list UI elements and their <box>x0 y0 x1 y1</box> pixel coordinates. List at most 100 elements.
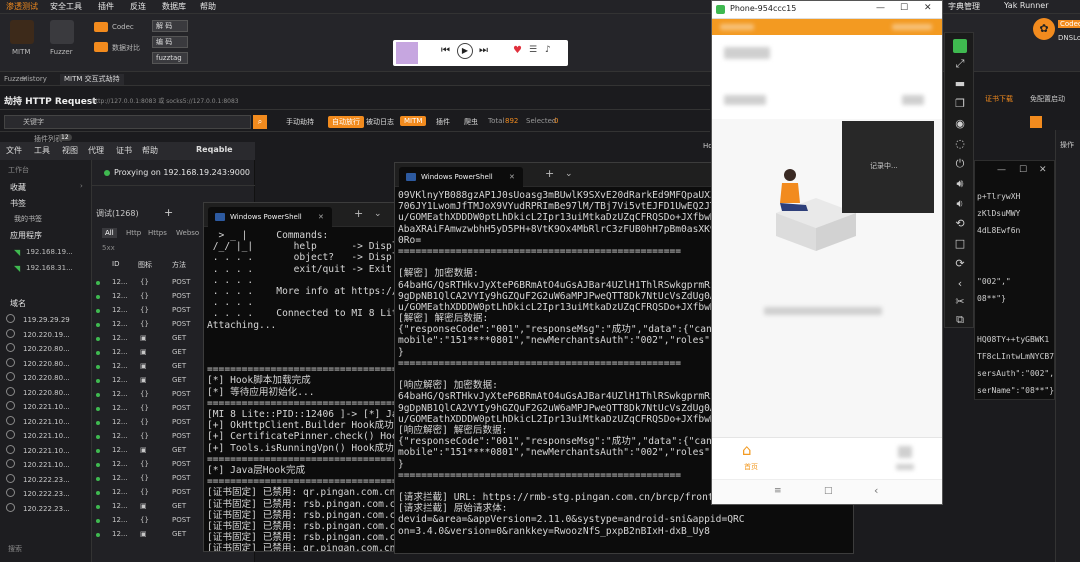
filter-all[interactable]: All <box>102 228 117 238</box>
my-bookmarks[interactable]: 我的书签 <box>14 214 42 224</box>
domain-item[interactable]: 120.221.10... <box>6 444 90 459</box>
prev-track-icon[interactable]: ⏮ <box>441 45 450 56</box>
tab-home[interactable]: 首页 <box>744 462 758 472</box>
fuzztag-select[interactable]: fuzztag <box>152 52 188 64</box>
debug-tab[interactable]: 调试(1268) <box>96 208 139 219</box>
add-tab-icon[interactable]: + <box>164 206 173 219</box>
eye-off-icon[interactable]: ◌ <box>953 137 967 151</box>
dnslog-badge[interactable]: DNSLo <box>1058 34 1080 42</box>
power-icon[interactable]: ⏻ <box>953 157 967 171</box>
domain-item[interactable]: 120.220.19... <box>6 328 90 343</box>
tab-dropdown-icon[interactable]: ⌄ <box>565 169 573 179</box>
rq-menu-help[interactable]: 帮助 <box>142 145 158 156</box>
encode-select[interactable]: 编 码 <box>152 36 188 48</box>
back-nav-icon[interactable]: ‹ <box>874 484 878 497</box>
status-filter-5xx[interactable]: 5xx <box>102 244 115 252</box>
apps-header[interactable]: 应用程序 <box>10 230 42 241</box>
volume-up-icon[interactable]: 🔊︎ <box>953 177 967 191</box>
ps1-tab[interactable]: Windows PowerShell ✕ <box>208 207 332 227</box>
close-icon[interactable]: ✕ <box>1039 165 1047 175</box>
menu-database[interactable]: 数据库 <box>162 1 186 12</box>
plugin-filter-label[interactable]: 插件 <box>436 117 450 127</box>
compare-label[interactable]: 数据对比 <box>112 43 140 53</box>
ip-item-0[interactable]: 192.168.19... <box>26 248 73 256</box>
codec-label[interactable]: Codec <box>112 23 134 31</box>
rotate-icon[interactable]: ⟲ <box>953 217 967 231</box>
menu-nav-icon[interactable]: ≡ <box>774 486 782 496</box>
new-tab-icon[interactable]: + <box>545 167 554 180</box>
list-icon[interactable]: ☰ <box>529 45 537 55</box>
bookmarks-header[interactable]: 书签 <box>10 198 26 209</box>
screenshot-icon[interactable]: ✂ <box>953 295 967 309</box>
col-id[interactable]: ID <box>112 260 119 268</box>
menu-yak-runner[interactable]: Yak Runner <box>1004 1 1048 10</box>
col-method[interactable]: 方法 <box>172 260 186 270</box>
tab-close-icon[interactable]: ✕ <box>509 173 515 181</box>
filter-websocket[interactable]: Webso <box>176 229 199 237</box>
domain-item[interactable]: 119.29.29.29 <box>6 314 90 328</box>
ps2-tab[interactable]: Windows PowerShell ✕ <box>399 167 523 187</box>
domain-item[interactable]: 120.221.10... <box>6 401 90 415</box>
tab-dropdown-icon[interactable]: ⌄ <box>374 209 382 219</box>
heart-icon[interactable]: ♥ <box>513 45 522 56</box>
eye-icon[interactable]: ◉ <box>953 117 967 131</box>
filter-http[interactable]: Http <box>126 229 141 237</box>
rq-menu-tools[interactable]: 工具 <box>34 145 50 156</box>
domain-item[interactable]: 120.222.23... <box>6 502 90 517</box>
maximize-icon[interactable]: ☐ <box>900 3 908 13</box>
crawler-filter-label[interactable]: 爬虫 <box>464 117 478 127</box>
blurred-tab-label[interactable] <box>896 464 914 470</box>
domains-header[interactable]: 域名 <box>10 298 26 309</box>
favorites-chevron-icon[interactable]: › <box>80 182 83 190</box>
domain-item[interactable]: 120.220.80... <box>6 343 90 357</box>
keyword-search[interactable]: 关键字 <box>4 115 251 129</box>
tab-mitm[interactable]: MITM 交互式劫持 <box>60 74 124 85</box>
home-icon[interactable]: □ <box>953 237 967 251</box>
domain-item[interactable]: 120.222.23... <box>6 488 90 502</box>
rq-menu-proxy[interactable]: 代理 <box>88 145 104 156</box>
menu-plugins[interactable]: 插件 <box>98 1 114 12</box>
no-config-start-button[interactable]: 免配置启动 <box>1030 94 1065 104</box>
cert-download-link[interactable]: 证书下载 <box>985 94 1013 104</box>
record-icon[interactable]: ⧉ <box>953 313 967 327</box>
play-icon[interactable]: ▶ <box>457 43 473 59</box>
domain-item[interactable]: 120.220.80... <box>6 357 90 372</box>
back-icon[interactable]: ‹ <box>953 277 967 291</box>
avatar[interactable]: ✿ <box>1033 18 1055 40</box>
compare-icon[interactable] <box>94 42 108 52</box>
volume-icon[interactable]: ♪ <box>545 45 551 55</box>
passive-log-label[interactable]: 被动日志 <box>366 117 394 127</box>
menu-dict-manage[interactable]: 字典管理 <box>948 1 980 12</box>
domain-item[interactable]: 120.220.80... <box>6 372 90 386</box>
domain-item[interactable]: 120.221.10... <box>6 430 90 444</box>
ip-item-1[interactable]: 192.168.31... <box>26 264 73 272</box>
domain-item[interactable]: 120.221.10... <box>6 415 90 430</box>
menu-pentest[interactable]: 渗透测试 <box>6 1 38 12</box>
fullscreen-icon[interactable]: ⤢ <box>953 57 967 71</box>
decode-select[interactable]: 解 码 <box>152 20 188 32</box>
close-icon[interactable]: ✕ <box>924 3 932 13</box>
mitm-button[interactable]: MITM <box>400 116 427 126</box>
tab-history[interactable]: History <box>18 74 51 85</box>
home-nav-icon[interactable]: □ <box>824 486 833 496</box>
recent-icon[interactable]: ⟳ <box>953 257 967 271</box>
domain-item[interactable]: 120.222.23... <box>6 473 90 488</box>
minimize-icon[interactable]: — <box>876 3 885 13</box>
next-track-icon[interactable]: ⏭ <box>479 45 488 56</box>
auto-release-button[interactable]: 自动放行 <box>328 116 364 128</box>
yakit-search-button-right[interactable] <box>1030 116 1042 128</box>
search-icon[interactable]: ⌕ <box>253 115 267 129</box>
rq-menu-view[interactable]: 视图 <box>62 145 78 156</box>
menu-reverse[interactable]: 反连 <box>130 1 146 12</box>
mitm-tool-icon[interactable] <box>10 20 34 44</box>
domain-item[interactable]: 120.221.10... <box>6 459 90 473</box>
home-icon[interactable]: ⌂ <box>742 441 752 459</box>
blurred-tab-icon[interactable] <box>898 446 912 458</box>
sidebar-search[interactable]: 搜索 <box>8 544 22 554</box>
favorites-header[interactable]: 收藏 <box>10 182 26 193</box>
connect-icon[interactable] <box>953 39 967 53</box>
filter-https[interactable]: Https <box>148 229 167 237</box>
tab-close-icon[interactable]: ✕ <box>318 213 324 221</box>
rq-menu-file[interactable]: 文件 <box>6 145 22 156</box>
new-tab-icon[interactable]: + <box>354 207 363 220</box>
